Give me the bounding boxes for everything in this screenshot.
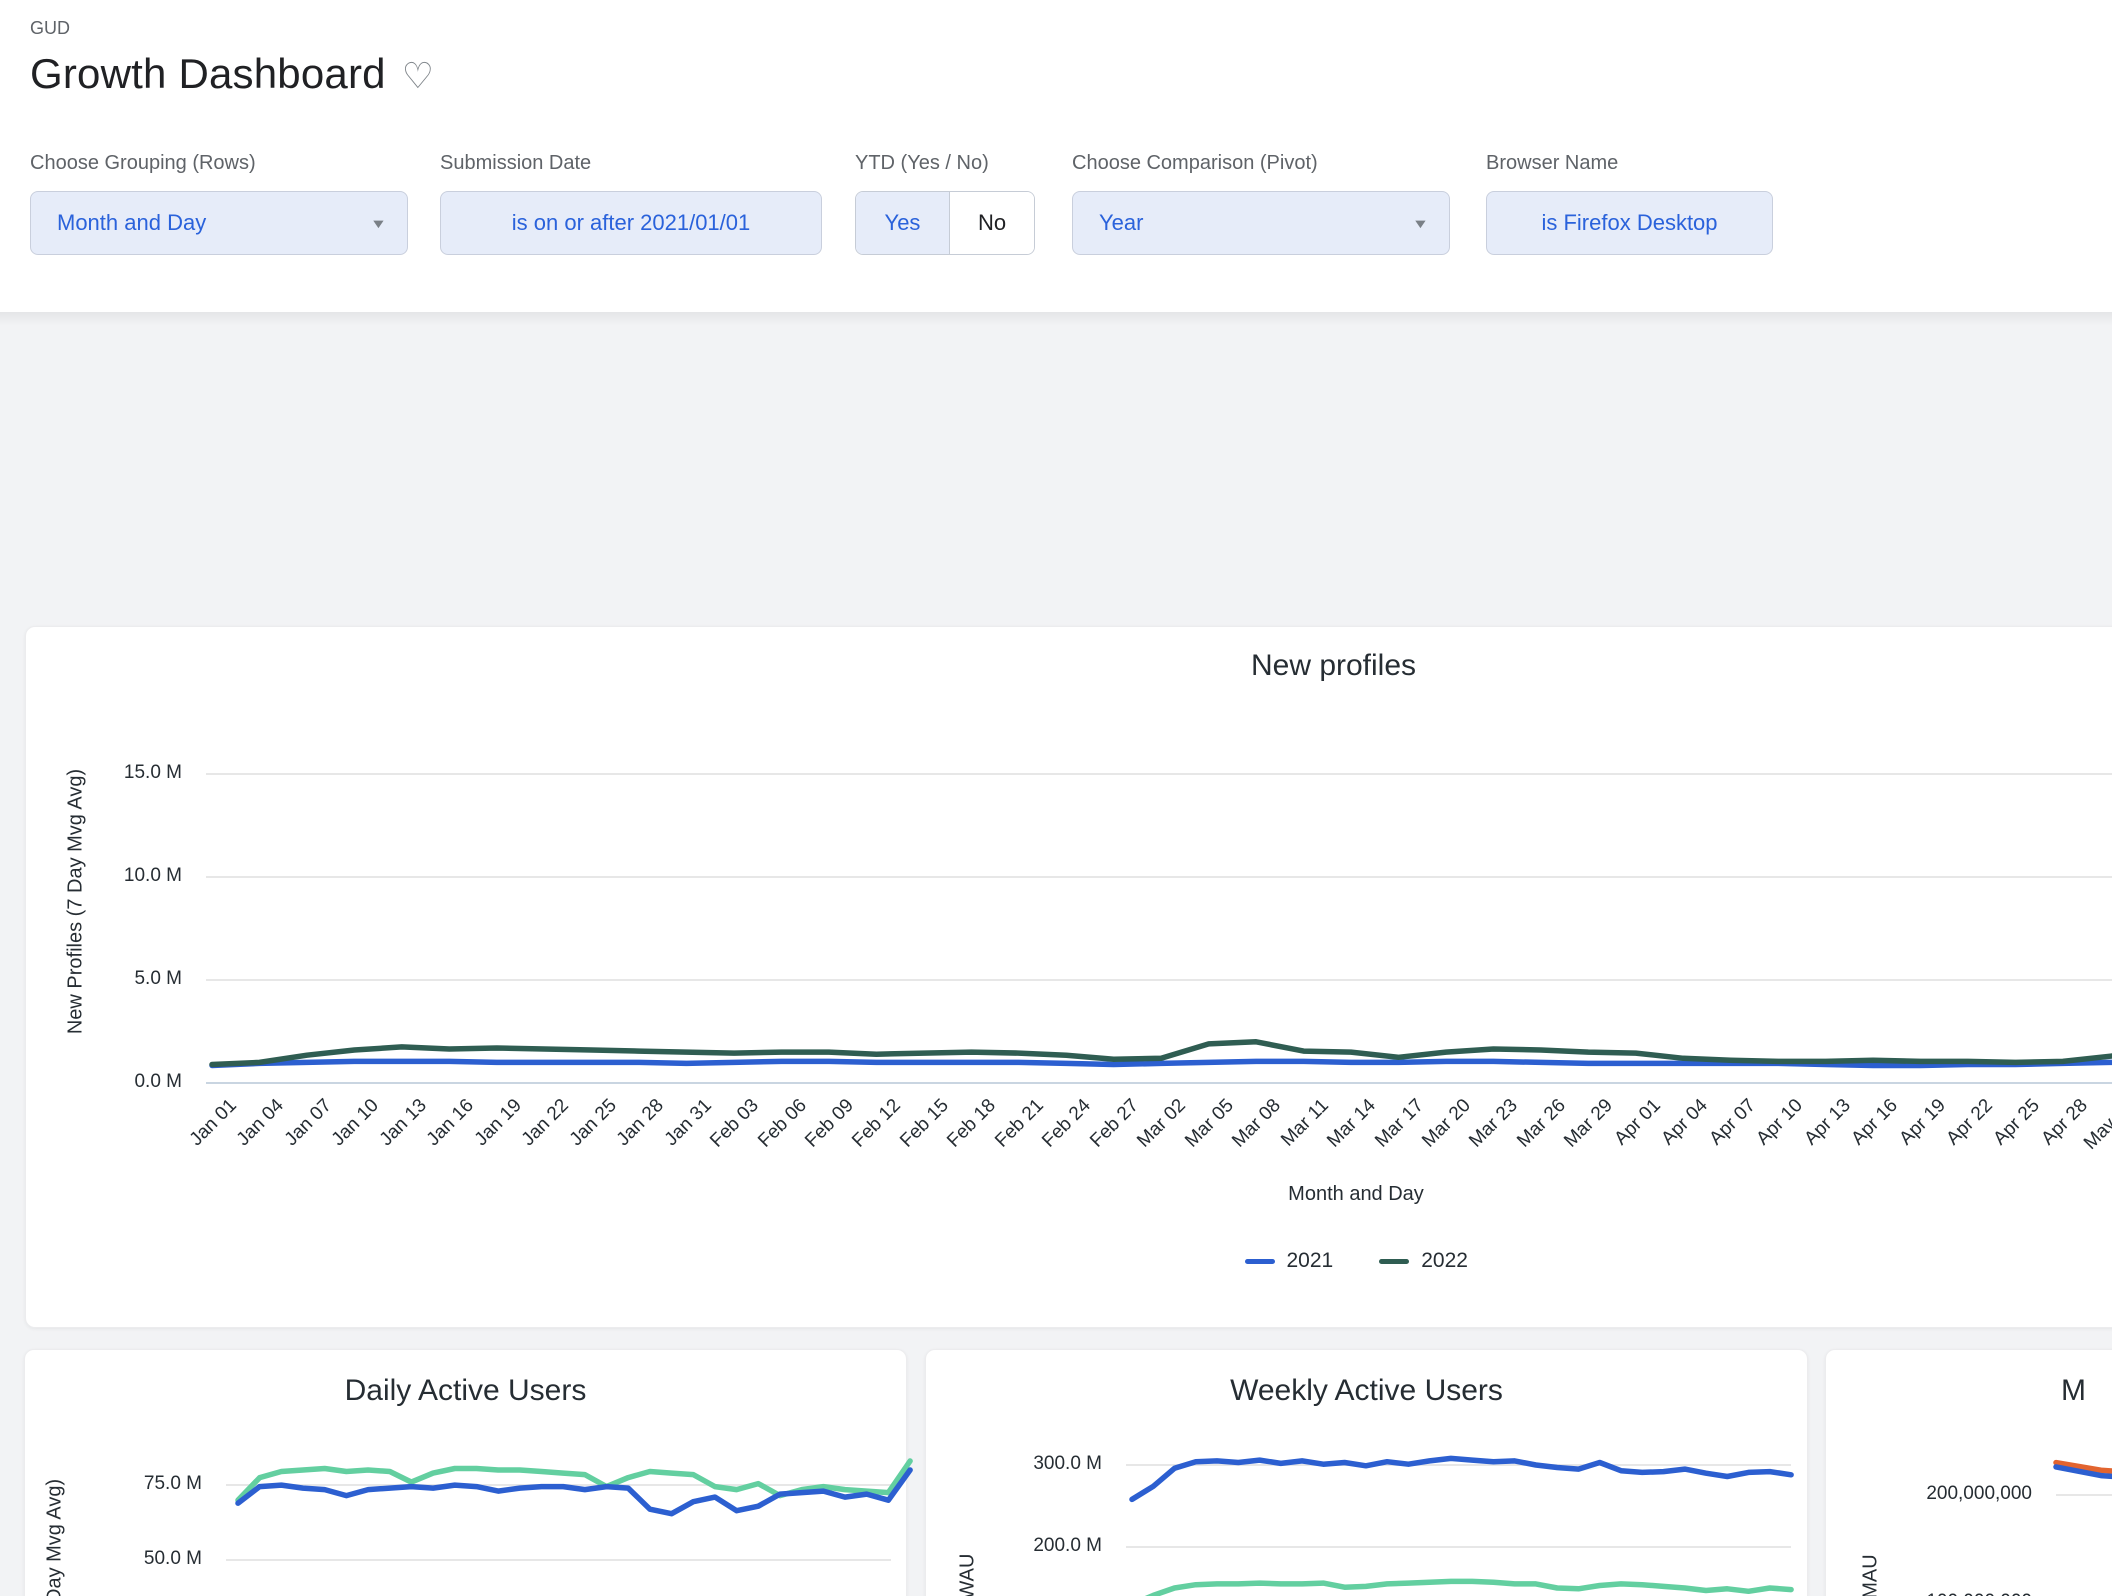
new-profiles-tile: New profilesNew Profiles (7 Day Mvg Avg)… — [25, 626, 2112, 1328]
y-tick-label: 200.0 M — [926, 1535, 1102, 1557]
chart-title: M — [2061, 1374, 2086, 1408]
legend-label: 2022 — [1421, 1249, 1468, 1273]
weekly-active-users-tile: Weekly Active UsersWAU300.0 M200.0 M100.… — [925, 1349, 1808, 1596]
ytd-yes-option[interactable]: Yes — [856, 192, 950, 254]
chevron-down-icon: ▼ — [1412, 216, 1429, 231]
submission-date-value: is on or after 2021/01/01 — [512, 210, 751, 236]
breadcrumb: GUD — [30, 18, 70, 39]
dashboard-content: New profilesNew Profiles (7 Day Mvg Avg)… — [0, 312, 2112, 1596]
y-axis-title: WAU — [957, 1407, 980, 1596]
filter-label: Submission Date — [440, 152, 822, 175]
filter-comparison: Choose Comparison (Pivot) Year ▼ — [1072, 152, 1450, 255]
ytd-toggle: Yes No — [855, 191, 1035, 255]
browser-filter[interactable]: is Firefox Desktop — [1486, 191, 1773, 255]
legend-item-2022[interactable]: 2022 — [1379, 1249, 1468, 1273]
legend-swatch — [1379, 1259, 1409, 1264]
legend-item-2021[interactable]: 2021 — [1245, 1249, 1334, 1273]
y-tick-label: 75.0 M — [25, 1473, 202, 1495]
chevron-down-icon: ▼ — [370, 216, 387, 231]
filter-ytd: YTD (Yes / No) Yes No — [855, 152, 1035, 255]
series-plot — [2056, 1445, 2112, 1596]
comparison-value: Year — [1099, 210, 1143, 236]
grouping-dropdown[interactable]: Month and Day ▼ — [30, 191, 408, 255]
legend-swatch — [1245, 1259, 1275, 1264]
favorite-heart-icon[interactable]: ♡ — [402, 58, 434, 94]
y-tick-label: 0.0 M — [26, 1071, 182, 1093]
series-line-2022 — [1132, 1458, 1791, 1499]
submission-date-filter[interactable]: is on or after 2021/01/01 — [440, 191, 822, 255]
y-tick-label: 15.0 M — [26, 762, 182, 784]
y-tick-label: 50.0 M — [25, 1548, 202, 1570]
browser-value: is Firefox Desktop — [1541, 210, 1717, 236]
mau-tile: MMAU200,000,000100,000,0000Jan 01Jan 12J… — [1825, 1349, 2112, 1596]
filter-browser: Browser Name is Firefox Desktop — [1486, 152, 1773, 255]
growth-dashboard-screen: GUD Growth Dashboard ♡ Choose Grouping (… — [0, 0, 2112, 1596]
grouping-value: Month and Day — [57, 210, 206, 236]
chart-title: Weekly Active Users — [926, 1374, 1807, 1408]
comparison-dropdown[interactable]: Year ▼ — [1072, 191, 1450, 255]
y-tick-label: 100,000,000 — [1826, 1591, 2032, 1596]
dashboard-header: GUD Growth Dashboard ♡ Choose Grouping (… — [0, 0, 2112, 312]
filter-label: Choose Grouping (Rows) — [30, 152, 408, 175]
y-tick-label: 300.0 M — [926, 1453, 1102, 1475]
filter-label: Choose Comparison (Pivot) — [1072, 152, 1450, 175]
series-plot — [206, 722, 2112, 1087]
filter-grouping: Choose Grouping (Rows) Month and Day ▼ — [30, 152, 408, 255]
series-line-2021 — [1132, 1581, 1791, 1596]
filter-submission-date: Submission Date is on or after 2021/01/0… — [440, 152, 822, 255]
series-plot — [1126, 1445, 1791, 1596]
legend-label: 2021 — [1287, 1249, 1334, 1273]
y-tick-label: 200,000,000 — [1826, 1483, 2032, 1505]
chart-title: Daily Active Users — [25, 1374, 906, 1408]
ytd-no-option[interactable]: No — [950, 192, 1034, 254]
filter-label: Browser Name — [1486, 152, 1773, 175]
filter-label: YTD (Yes / No) — [855, 152, 1035, 175]
daily-active-users-tile: Daily Active UsersDAU (7 Day Mvg Avg)75.… — [24, 1349, 907, 1596]
chart-title: New profiles — [26, 649, 2112, 683]
x-axis-title: Month and Day — [1156, 1183, 1556, 1206]
y-tick-label: 5.0 M — [26, 968, 182, 990]
legend: 2021 2022 — [1245, 1249, 1468, 1273]
page-title: Growth Dashboard — [30, 50, 386, 98]
series-plot — [226, 1445, 891, 1596]
y-tick-label: 10.0 M — [26, 865, 182, 887]
